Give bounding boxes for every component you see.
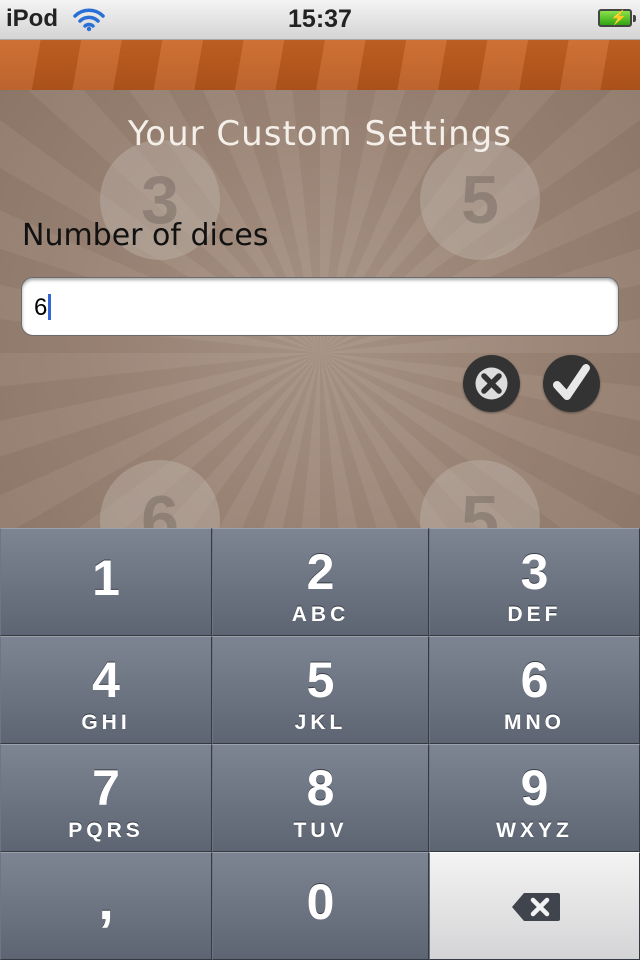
settings-panel: 3 5 6 5 Your Custom Settings Number of d… (0, 90, 640, 528)
delete-key[interactable] (429, 852, 640, 960)
key-letters: ABC (291, 603, 350, 626)
key-6[interactable]: 6 MNO (429, 636, 640, 744)
header-banner (0, 40, 640, 90)
key-number: 9 (520, 760, 549, 816)
key-9[interactable]: 9 WXYZ (429, 744, 640, 852)
key-0[interactable]: 0 (212, 852, 429, 960)
key-letters: DEF (507, 603, 562, 626)
backspace-icon (512, 893, 560, 921)
key-letters: MNO (504, 711, 565, 734)
status-bar: iPod 15:37 ⚡ (0, 0, 640, 40)
key-comma[interactable]: , (0, 852, 212, 960)
key-1[interactable]: 1 (0, 528, 212, 636)
key-number: 3 (520, 544, 549, 600)
key-number: 1 (92, 550, 120, 606)
number-of-dices-label: Number of dices (22, 218, 269, 253)
key-8[interactable]: 8 TUV (212, 744, 429, 852)
key-5[interactable]: 5 JKL (212, 636, 429, 744)
key-letters: JKL (294, 711, 347, 734)
confirm-button[interactable] (543, 355, 600, 412)
key-number: 4 (92, 652, 120, 708)
key-letters: TUV (293, 819, 348, 842)
key-4[interactable]: 4 GHI (0, 636, 212, 744)
key-2[interactable]: 2 ABC (212, 528, 429, 636)
key-letters: GHI (81, 711, 131, 734)
number-of-dices-input[interactable]: 6 (21, 277, 619, 336)
text-caret (48, 294, 52, 320)
key-letters: PQRS (68, 819, 144, 842)
key-number: 5 (306, 652, 335, 708)
input-value: 6 (34, 294, 48, 321)
battery-icon: ⚡ (598, 9, 636, 27)
key-7[interactable]: 7 PQRS (0, 744, 212, 852)
background-die-number: 5 (420, 140, 540, 260)
checkmark-icon (553, 364, 590, 400)
key-number: 0 (306, 874, 335, 930)
key-number: 2 (306, 544, 335, 600)
key-3[interactable]: 3 DEF (429, 528, 640, 636)
key-number: 8 (306, 760, 335, 816)
numeric-keypad: 1 2 ABC 3 DEF 4 GHI 5 JKL 6 MNO 7 PQRS 8… (0, 528, 640, 960)
key-number: 6 (520, 652, 549, 708)
status-time: 15:37 (288, 5, 352, 33)
key-number: , (98, 868, 114, 931)
key-letters: WXYZ (496, 819, 573, 842)
settings-title: Your Custom Settings (128, 114, 512, 154)
close-icon (475, 367, 508, 400)
cancel-button[interactable] (463, 355, 520, 412)
key-number: 7 (92, 760, 120, 816)
